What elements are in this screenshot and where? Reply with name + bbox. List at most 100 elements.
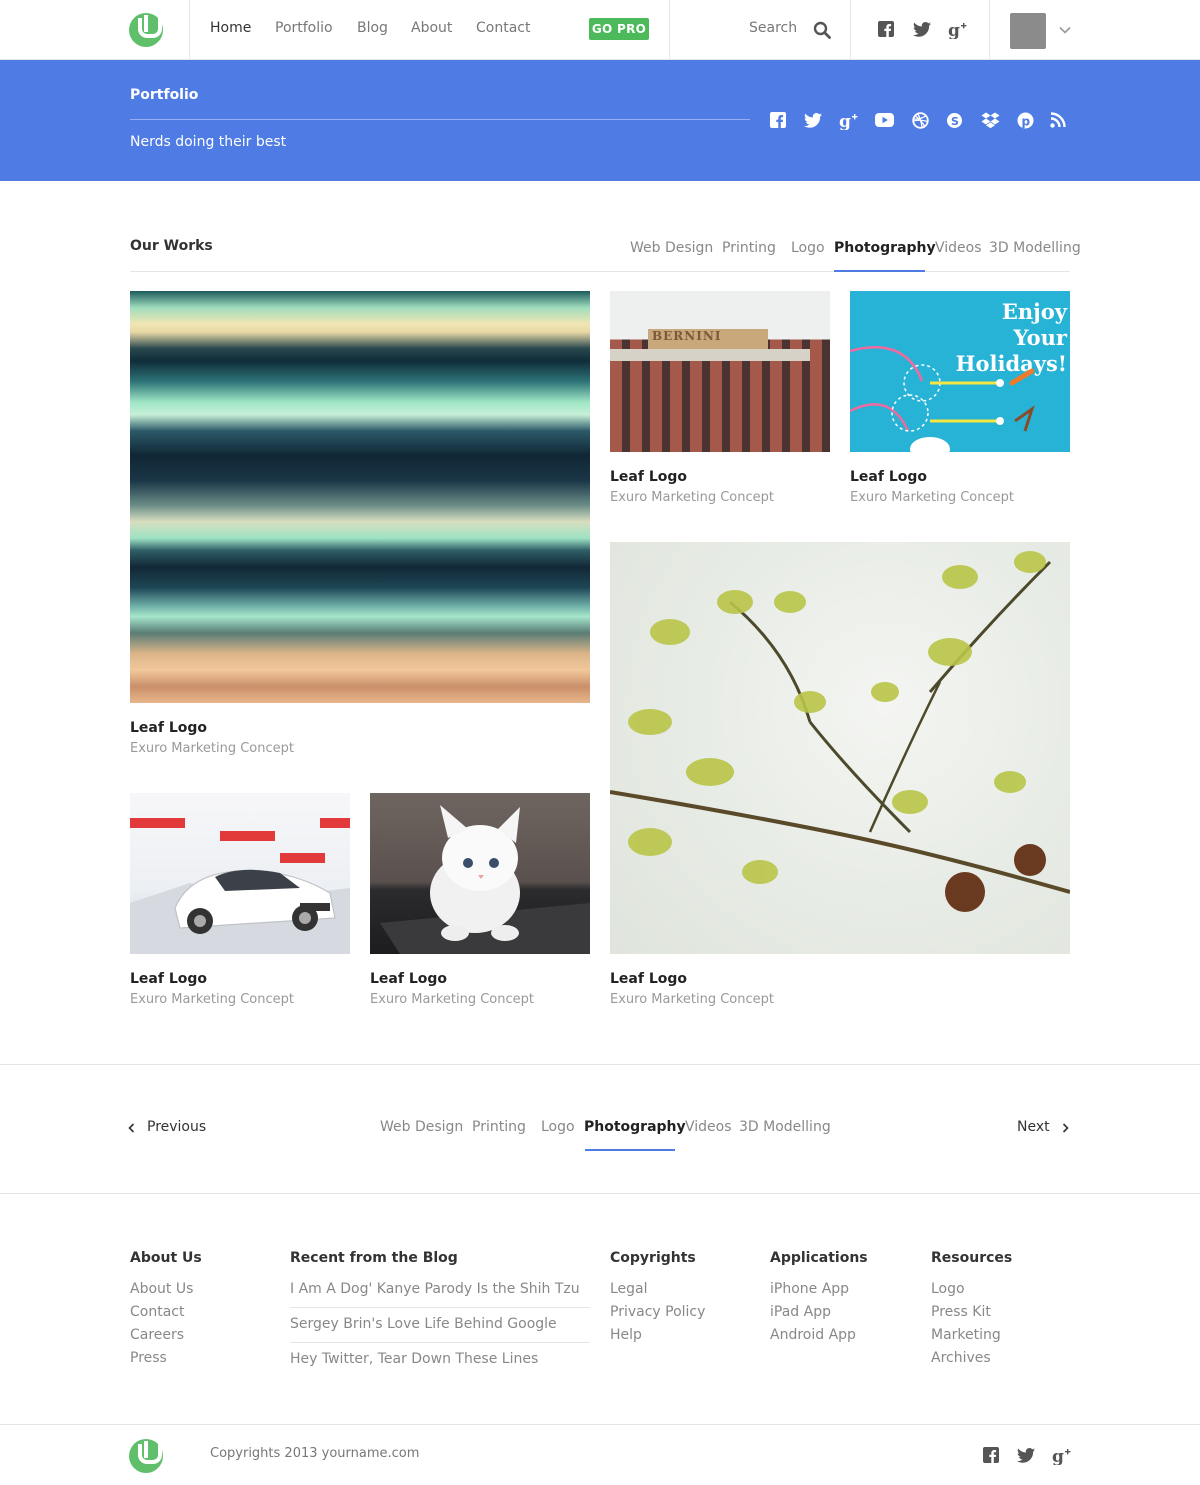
footer-link[interactable]: Careers — [130, 1327, 184, 1343]
tab-photography[interactable]: Photography — [834, 240, 936, 256]
top-navbar: Home Portfolio Blog About Contact GO PRO… — [0, 0, 1200, 60]
nav-home[interactable]: Home — [210, 20, 251, 36]
portfolio-image[interactable] — [130, 793, 350, 954]
portfolio-item-title[interactable]: Leaf Logo — [130, 720, 207, 736]
portfolio-item-subtitle: Exuro Marketing Concept — [850, 490, 1014, 505]
divider — [130, 119, 750, 120]
portfolio-image[interactable]: BERNINI — [610, 291, 830, 452]
pager-tab-printing[interactable]: Printing — [472, 1119, 526, 1135]
footer-link[interactable]: Contact — [130, 1304, 184, 1320]
facebook-icon[interactable] — [982, 1446, 1000, 1464]
rss-icon[interactable] — [1049, 111, 1067, 129]
brand-logo-icon[interactable] — [129, 13, 163, 47]
footer-link[interactable]: Privacy Policy — [610, 1304, 705, 1320]
footer-link[interactable]: Marketing — [931, 1327, 1001, 1343]
svg-text:g: g — [839, 112, 851, 130]
portfolio-image[interactable] — [370, 793, 590, 954]
divider — [850, 0, 851, 60]
portfolio-item-subtitle: Exuro Marketing Concept — [130, 741, 294, 756]
pager-tab-videos[interactable]: Videos — [685, 1119, 732, 1135]
pager-tab-photography[interactable]: Photography — [584, 1119, 686, 1135]
pager-tab-web-design[interactable]: Web Design — [380, 1119, 463, 1135]
go-pro-button[interactable]: GO PRO — [589, 18, 649, 40]
active-tab-indicator — [585, 1149, 675, 1151]
youtube-icon[interactable] — [874, 111, 894, 129]
twitter-icon[interactable] — [803, 111, 823, 129]
footer-link[interactable]: Legal — [610, 1281, 648, 1297]
divider — [0, 1193, 1200, 1194]
divider — [989, 0, 990, 60]
facebook-icon[interactable] — [877, 20, 895, 38]
pager-tab-logo[interactable]: Logo — [541, 1119, 575, 1135]
portfolio-item-subtitle: Exuro Marketing Concept — [610, 490, 774, 505]
svg-text:g: g — [948, 21, 960, 39]
page-banner: Portfolio Nerds doing their best g S p — [0, 60, 1200, 181]
footer-link[interactable]: Press — [130, 1350, 167, 1366]
twitter-icon[interactable] — [1016, 1446, 1036, 1464]
portfolio-item-title[interactable]: Leaf Logo — [850, 469, 927, 485]
nav-blog[interactable]: Blog — [357, 20, 388, 36]
next-link[interactable]: Next — [1017, 1119, 1050, 1135]
footer-link[interactable]: Help — [610, 1327, 642, 1343]
tab-printing[interactable]: Printing — [722, 240, 776, 256]
blog-post-link[interactable]: Hey Twitter, Tear Down These Lines — [290, 1351, 538, 1367]
portfolio-item-title[interactable]: Leaf Logo — [610, 971, 687, 987]
chevron-right-icon[interactable] — [1060, 1122, 1070, 1134]
footer-link[interactable]: About Us — [130, 1281, 193, 1297]
tab-web-design[interactable]: Web Design — [630, 240, 713, 256]
divider — [0, 1064, 1200, 1065]
pager-tab-3d-modelling[interactable]: 3D Modelling — [739, 1119, 831, 1135]
chevron-left-icon[interactable] — [126, 1122, 136, 1134]
divider — [0, 1424, 1200, 1425]
chevron-down-icon[interactable] — [1058, 24, 1072, 36]
search-icon[interactable] — [812, 20, 832, 40]
divider — [669, 0, 670, 60]
svg-text:p: p — [1021, 114, 1030, 128]
tab-videos[interactable]: Videos — [935, 240, 982, 256]
pinterest-icon[interactable]: p — [1016, 111, 1034, 129]
portfolio-item-title[interactable]: Leaf Logo — [610, 469, 687, 485]
nav-about[interactable]: About — [411, 20, 452, 36]
dribbble-icon[interactable] — [911, 111, 929, 129]
section-title: Our Works — [130, 238, 213, 254]
footer-link[interactable]: iPad App — [770, 1304, 831, 1320]
tab-3d-modelling[interactable]: 3D Modelling — [989, 240, 1081, 256]
google-plus-icon[interactable]: g — [947, 19, 969, 39]
copyright-text: Copyrights 2013 yourname.com — [210, 1446, 420, 1461]
divider — [290, 1307, 590, 1308]
dropbox-icon[interactable] — [980, 111, 1000, 129]
twitter-icon[interactable] — [912, 20, 932, 38]
nav-contact[interactable]: Contact — [476, 20, 530, 36]
previous-link[interactable]: Previous — [147, 1119, 206, 1135]
skype-icon[interactable]: S — [945, 111, 963, 129]
building-sign: BERNINI — [652, 329, 722, 343]
footer-link[interactable]: Archives — [931, 1350, 991, 1366]
blog-post-link[interactable]: Sergey Brin's Love Life Behind Google — [290, 1316, 557, 1332]
user-avatar[interactable] — [1010, 13, 1046, 49]
portfolio-item-title[interactable]: Leaf Logo — [370, 971, 447, 987]
portfolio-item-subtitle: Exuro Marketing Concept — [130, 992, 294, 1007]
footer-link[interactable]: Logo — [931, 1281, 965, 1297]
footer-heading: Resources — [931, 1250, 1013, 1266]
blog-post-link[interactable]: I Am A Dog' Kanye Parody Is the Shih Tzu — [290, 1281, 580, 1297]
portfolio-image[interactable] — [610, 542, 1070, 954]
divider — [189, 0, 190, 60]
footer-link[interactable]: Android App — [770, 1327, 856, 1343]
divider — [130, 271, 1070, 272]
page-subtitle: Nerds doing their best — [130, 134, 287, 150]
portfolio-item-title[interactable]: Leaf Logo — [130, 971, 207, 987]
google-plus-icon[interactable]: g — [838, 110, 860, 130]
search-label[interactable]: Search — [749, 20, 797, 36]
active-tab-indicator — [834, 270, 925, 272]
portfolio-image[interactable]: Enjoy Your Holidays! — [850, 291, 1070, 452]
tab-logo[interactable]: Logo — [791, 240, 825, 256]
svg-text:S: S — [951, 115, 959, 128]
brand-logo-icon[interactable] — [129, 1439, 163, 1473]
page-title: Portfolio — [130, 87, 199, 103]
google-plus-icon[interactable]: g — [1051, 1445, 1073, 1465]
nav-portfolio[interactable]: Portfolio — [275, 20, 333, 36]
footer-link[interactable]: iPhone App — [770, 1281, 849, 1297]
facebook-icon[interactable] — [769, 111, 787, 129]
footer-link[interactable]: Press Kit — [931, 1304, 991, 1320]
portfolio-image[interactable] — [130, 291, 590, 703]
